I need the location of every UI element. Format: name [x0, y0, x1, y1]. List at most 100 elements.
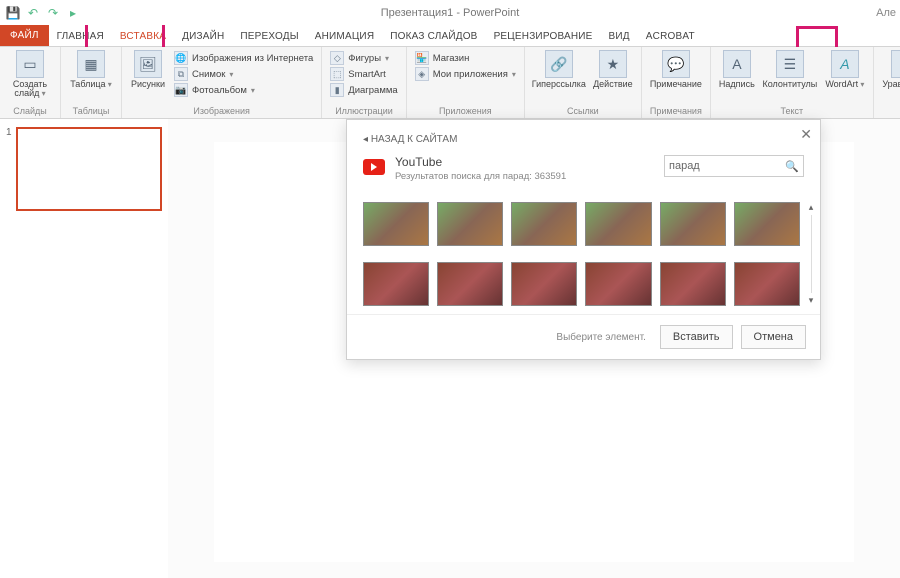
video-result-4[interactable]: [585, 202, 651, 246]
header-footer-button[interactable]: ☰ Колонтитулы: [761, 50, 819, 89]
wordart-button[interactable]: A WordArt: [823, 50, 867, 89]
search-icon[interactable]: 🔍: [785, 160, 799, 173]
group-text: A Надпись ☰ Колонтитулы A WordArt Текст: [711, 47, 874, 118]
video-result-6[interactable]: [734, 202, 800, 246]
comment-button[interactable]: 💬 Примечание: [648, 50, 704, 89]
tab-file[interactable]: ФАЙЛ: [0, 25, 49, 46]
hyperlink-button[interactable]: 🔗 Гиперссылка: [531, 50, 587, 89]
textbox-button[interactable]: A Надпись: [717, 50, 757, 89]
group-tables: ▦ Таблица Таблицы: [61, 47, 122, 118]
save-icon[interactable]: 💾: [6, 6, 20, 20]
pictures-icon: 🖼: [134, 50, 162, 78]
slide-edit-area: ✕ НАЗАД К САЙТАМ YouTube Результатов пои…: [168, 119, 900, 578]
video-search-box[interactable]: 🔍: [664, 155, 804, 177]
chart-icon: ▮: [330, 83, 344, 97]
video-result-1[interactable]: [363, 202, 429, 246]
action-button[interactable]: ★ Действие: [591, 50, 635, 89]
table-button[interactable]: ▦ Таблица: [67, 50, 115, 89]
insert-button[interactable]: Вставить: [660, 325, 733, 349]
video-result-3[interactable]: [511, 202, 577, 246]
hyperlink-icon: 🔗: [545, 50, 573, 78]
scroll-down-icon[interactable]: ▾: [809, 295, 814, 306]
tab-view[interactable]: ВИД: [601, 27, 638, 46]
group-images-label: Изображения: [128, 106, 315, 116]
video-result-8[interactable]: [437, 262, 503, 306]
textbox-icon: A: [723, 50, 751, 78]
group-comments-label: Примечания: [648, 106, 704, 116]
wordart-label: WordArt: [825, 80, 864, 89]
window-title: Презентация1 - PowerPoint: [381, 7, 520, 19]
video-search-input[interactable]: [669, 160, 785, 172]
group-symbols: π Уравнение Ω Символ Символы: [874, 47, 900, 118]
my-apps-label: Мои приложения: [433, 69, 508, 80]
close-button[interactable]: ✕: [800, 126, 812, 143]
new-slide-icon: ▭: [16, 50, 44, 78]
equation-button[interactable]: π Уравнение: [880, 50, 900, 99]
online-pictures-button[interactable]: 🌐Изображения из Интернета: [172, 50, 315, 66]
hyperlink-label: Гиперссылка: [532, 80, 586, 89]
group-tables-label: Таблицы: [67, 106, 115, 116]
tab-design[interactable]: ДИЗАЙН: [174, 27, 232, 46]
group-links: 🔗 Гиперссылка ★ Действие Ссылки: [525, 47, 642, 118]
scroll-track[interactable]: [811, 215, 812, 293]
video-result-2[interactable]: [437, 202, 503, 246]
chart-button[interactable]: ▮ Диаграмма: [328, 82, 399, 98]
smartart-button[interactable]: ⬚SmartArt: [328, 66, 399, 82]
new-slide-label: Создать слайд: [6, 80, 54, 99]
video-result-10[interactable]: [585, 262, 651, 306]
tab-animations[interactable]: АНИМАЦИЯ: [307, 27, 383, 46]
cancel-button[interactable]: Отмена: [741, 325, 806, 349]
store-label: Магазин: [433, 53, 470, 64]
scroll-up-icon[interactable]: ▴: [809, 202, 814, 213]
insert-video-dialog: ✕ НАЗАД К САЙТАМ YouTube Результатов пои…: [346, 119, 821, 360]
tab-review[interactable]: РЕЦЕНЗИРОВАНИЕ: [486, 27, 601, 46]
title-bar: 💾 ↶ ↷ ▸ Презентация1 - PowerPoint Але: [0, 0, 900, 25]
table-icon: ▦: [77, 50, 105, 78]
store-button[interactable]: 🏪Магазин: [413, 50, 518, 66]
action-label: Действие: [593, 80, 633, 89]
comment-label: Примечание: [650, 80, 702, 89]
video-result-5[interactable]: [660, 202, 726, 246]
photo-album-button[interactable]: 📷Фотоальбом: [172, 82, 315, 98]
slide-thumbnail-1[interactable]: [16, 127, 162, 211]
results-scrollbar[interactable]: ▴ ▾: [806, 202, 816, 306]
group-slides: ▭ Создать слайд Слайды: [0, 47, 61, 118]
slide-number: 1: [6, 127, 12, 211]
dialog-footer: Выберите элемент. Вставить Отмена: [347, 314, 820, 359]
video-source-title: YouTube: [395, 155, 566, 169]
tab-acrobat[interactable]: ACROBAT: [638, 27, 703, 46]
video-result-9[interactable]: [511, 262, 577, 306]
youtube-icon: [363, 159, 385, 175]
back-to-sites-link[interactable]: НАЗАД К САЙТАМ: [347, 120, 820, 149]
group-apps-label: Приложения: [413, 106, 518, 116]
chart-label: Диаграмма: [348, 85, 397, 96]
new-slide-button[interactable]: ▭ Создать слайд: [6, 50, 54, 99]
video-result-11[interactable]: [660, 262, 726, 306]
tab-home[interactable]: ГЛАВНАЯ: [49, 27, 112, 46]
screenshot-label: Снимок: [192, 69, 225, 80]
screenshot-icon: ⧉: [174, 67, 188, 81]
group-images: 🖼 Рисунки 🌐Изображения из Интернета ⧉ Сни…: [122, 47, 322, 118]
undo-icon[interactable]: ↶: [26, 6, 40, 20]
group-illustrations-label: Иллюстрации: [328, 106, 399, 116]
pictures-button[interactable]: 🖼 Рисунки: [128, 50, 168, 89]
tab-slideshow[interactable]: ПОКАЗ СЛАЙДОВ: [382, 27, 485, 46]
video-results-row-1: [347, 194, 820, 254]
table-label: Таблица: [70, 80, 112, 89]
results-count: Результатов поиска для парад: 363591: [395, 171, 566, 182]
equation-icon: π: [891, 50, 900, 78]
screenshot-button[interactable]: ⧉ Снимок: [172, 66, 315, 82]
my-apps-button[interactable]: ◈Мои приложения: [413, 66, 518, 82]
group-comments: 💬 Примечание Примечания: [642, 47, 711, 118]
video-result-12[interactable]: [734, 262, 800, 306]
start-slideshow-icon[interactable]: ▸: [66, 6, 80, 20]
comment-icon: 💬: [662, 50, 690, 78]
shapes-button[interactable]: ◇Фигуры: [328, 50, 399, 66]
redo-icon[interactable]: ↷: [46, 6, 60, 20]
group-text-label: Текст: [717, 106, 867, 116]
video-result-7[interactable]: [363, 262, 429, 306]
header-footer-icon: ☰: [776, 50, 804, 78]
tab-insert[interactable]: ВСТАВКА: [112, 27, 174, 46]
equation-label: Уравнение: [880, 80, 900, 99]
tab-transitions[interactable]: ПЕРЕХОДЫ: [232, 27, 306, 46]
